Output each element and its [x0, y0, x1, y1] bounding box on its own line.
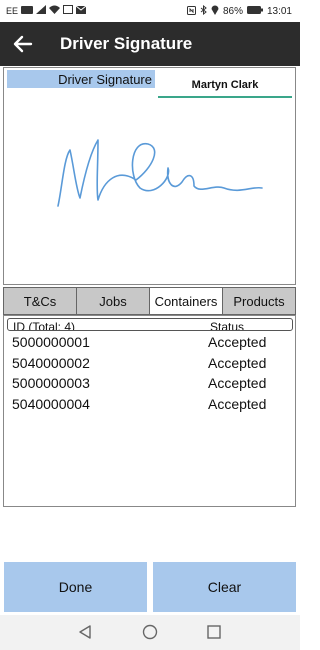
tab-tncs[interactable]: T&Cs: [3, 287, 77, 315]
container-id: 5000000003: [12, 375, 90, 391]
container-status: Accepted: [208, 334, 267, 350]
app-bar: Driver Signature: [0, 22, 300, 66]
signature-label: Driver Signature: [7, 70, 155, 88]
done-button[interactable]: Done: [4, 562, 147, 612]
container-id: 5040000002: [12, 355, 90, 371]
list-item[interactable]: 5040000002 Accepted: [12, 355, 282, 375]
signal-icon: [36, 5, 47, 17]
nfc-icon: [186, 5, 196, 18]
tab-containers[interactable]: Containers: [149, 287, 223, 315]
list-item[interactable]: 5040000004 Accepted: [12, 396, 282, 416]
battery-percent: 86%: [222, 6, 243, 17]
signer-name-underline: [158, 96, 292, 98]
mail-icon: [75, 5, 87, 17]
signature-pad[interactable]: Driver Signature Martyn Clark: [3, 67, 296, 285]
tab-jobs[interactable]: Jobs: [76, 287, 150, 315]
location-icon: [211, 5, 219, 18]
wifi-icon: [49, 5, 61, 17]
tab-bar: T&Cs Jobs Containers Products: [3, 287, 296, 315]
carrier-label: EE: [6, 6, 19, 16]
header-id: ID (Total: 4): [13, 320, 76, 331]
list-item[interactable]: 5000000003 Accepted: [12, 375, 282, 395]
recents-square-icon[interactable]: [206, 624, 222, 645]
container-id: 5000000001: [12, 334, 90, 350]
battery-icon: [246, 6, 263, 17]
back-triangle-icon[interactable]: [78, 624, 92, 645]
clock: 13:01: [266, 6, 292, 17]
container-id: 5040000004: [12, 396, 90, 412]
clear-button[interactable]: Clear: [153, 562, 296, 612]
containers-list: ID (Total: 4) Status 5000000001 Accepted…: [3, 315, 296, 507]
container-status: Accepted: [208, 355, 267, 371]
back-arrow-icon[interactable]: [12, 33, 34, 55]
signature-stroke: [57, 139, 263, 207]
status-bar: EE 86% 13:01: [0, 0, 300, 22]
bluetooth-icon: [200, 4, 207, 18]
list-item[interactable]: 5000000001 Accepted: [12, 334, 282, 354]
cast-icon: [63, 5, 74, 17]
volte-icon: [21, 5, 34, 17]
container-status: Accepted: [208, 396, 267, 412]
home-circle-icon[interactable]: [142, 624, 158, 645]
header-status: Status: [210, 320, 245, 331]
tab-products[interactable]: Products: [222, 287, 296, 315]
container-status: Accepted: [208, 375, 267, 391]
list-header: ID (Total: 4) Status: [7, 318, 293, 331]
signer-name: Martyn Clark: [191, 79, 259, 91]
system-nav-bar: [0, 615, 300, 650]
page-title: Driver Signature: [60, 34, 193, 53]
